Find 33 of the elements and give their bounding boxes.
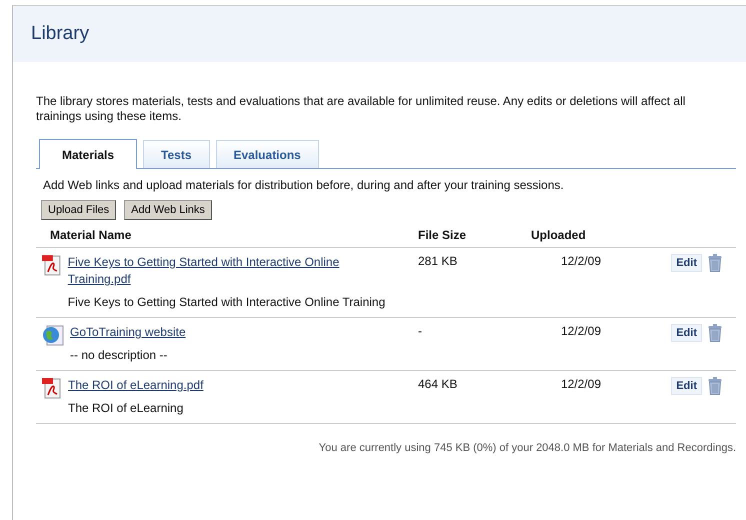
trash-icon[interactable] (708, 324, 722, 342)
upload-date: 12/2/09 (560, 324, 601, 338)
action-button[interactable]: Add Web Links (124, 200, 212, 220)
column-header: Uploaded (531, 228, 586, 242)
globe-page-icon (42, 324, 64, 346)
instructions-text: Add Web links and upload materials for distribution before, during and after your training sessions. (43, 178, 565, 192)
edit-button[interactable]: Edit (671, 254, 702, 272)
upload-date: 12/2/09 (560, 254, 601, 268)
pdf-file-icon (42, 377, 62, 399)
pdf-file-icon (42, 254, 62, 276)
file-link[interactable]: GoToTraining website (70, 324, 186, 341)
trash-icon[interactable] (708, 254, 722, 272)
upload-date: 12/2/09 (560, 377, 601, 391)
trash-icon[interactable] (708, 377, 722, 395)
action-button[interactable]: Upload Files (41, 200, 116, 220)
file-link[interactable]: The ROI of eLearning.pdf (68, 377, 204, 394)
edit-button[interactable]: Edit (671, 377, 702, 395)
file-size: 281 KB (418, 254, 458, 268)
intro-text: The library stores materials, tests and evaluations that are available for unlimited reuse. Any edits or deletions will affect all trainings using these items. (36, 94, 686, 124)
column-header: Material Name (50, 228, 132, 242)
usage-text: You are currently using 745 KB (0%) of your 2048.0 MB for Materials and Recordings. (318, 442, 736, 454)
file-link[interactable]: Five Keys to Getting Started with Interactive Online Training.pdf (68, 254, 402, 288)
file-description: The ROI of eLearning (68, 400, 184, 417)
file-description: Five Keys to Getting Started with Interactive Online Training (68, 294, 386, 311)
file-description: -- no description -- (70, 347, 168, 364)
file-size: - (418, 324, 422, 338)
column-header: File Size (418, 228, 466, 242)
edit-button[interactable]: Edit (671, 324, 702, 342)
tab[interactable]: Evaluations (216, 140, 319, 168)
tab[interactable]: Tests (143, 140, 210, 168)
tab[interactable]: Materials (39, 139, 138, 169)
page-title: Library (31, 23, 90, 45)
file-size: 464 KB (418, 377, 458, 391)
